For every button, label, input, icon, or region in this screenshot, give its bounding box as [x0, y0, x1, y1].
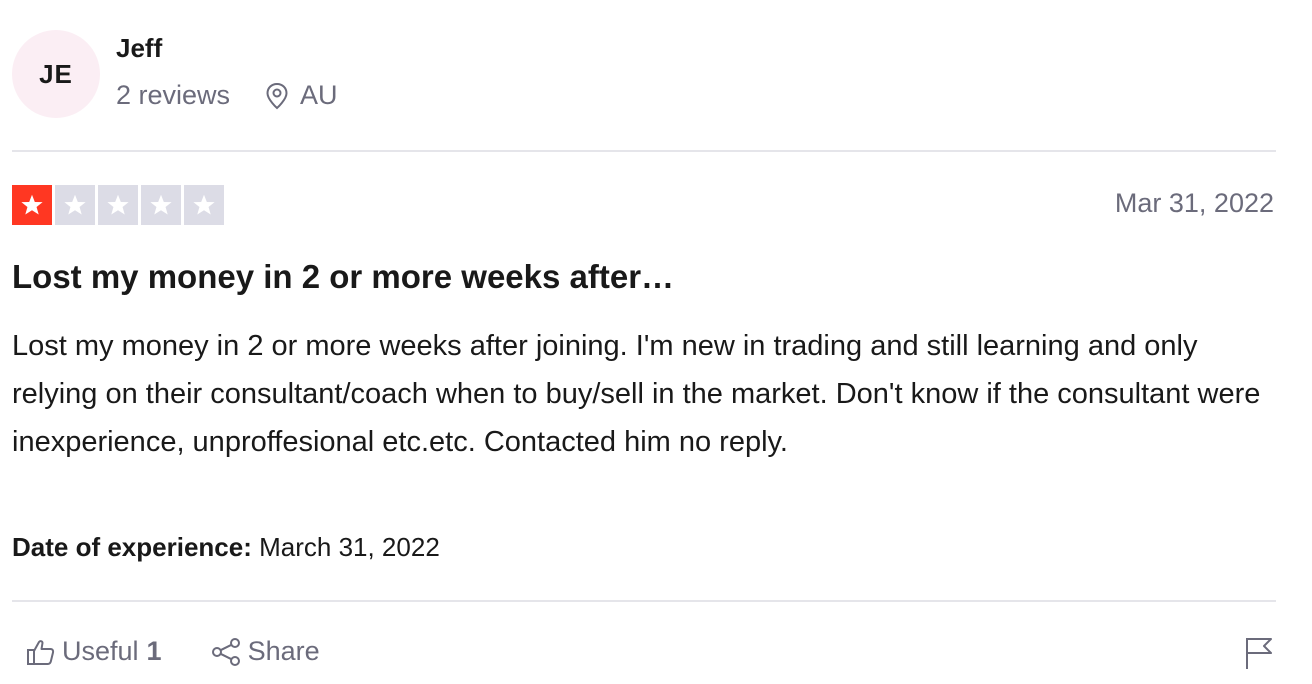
reviewer-location: AU	[264, 80, 338, 111]
divider	[12, 150, 1276, 152]
thumbs-up-icon	[27, 639, 55, 665]
review-date: Mar 31, 2022	[1114, 188, 1274, 218]
star-rating	[12, 185, 227, 225]
reviewer-name[interactable]: Jeff	[116, 33, 162, 64]
useful-label: Useful	[62, 636, 139, 666]
divider	[12, 600, 1276, 602]
star-icon	[98, 185, 138, 225]
flag-icon	[1246, 638, 1272, 669]
share-label: Share	[247, 636, 320, 666]
star-icon	[12, 185, 52, 225]
location-pin-icon	[266, 82, 288, 109]
report-flag-button[interactable]	[1244, 636, 1274, 675]
star-icon	[184, 185, 224, 225]
star-icon	[55, 185, 95, 225]
useful-count: 1	[146, 636, 162, 666]
reviewer-meta: 2 reviews AU	[116, 80, 338, 111]
avatar-initials: JE	[39, 58, 73, 89]
star-icon	[141, 185, 181, 225]
review-actions: Useful 1 Share	[26, 636, 320, 667]
review-title[interactable]: Lost my money in 2 or more weeks after…	[12, 258, 674, 296]
experience-date: March 31, 2022	[259, 532, 440, 562]
review-body: Lost my money in 2 or more weeks after j…	[12, 330, 1261, 458]
share-button[interactable]: Share	[210, 636, 320, 667]
reviews-count: 2 reviews	[116, 80, 231, 110]
experience-label: Date of experience:	[12, 532, 252, 562]
country-label: AU	[300, 80, 338, 110]
date-of-experience: Date of experience: March 31, 2022	[12, 532, 440, 563]
useful-button[interactable]: Useful 1	[26, 636, 162, 667]
review-card: JE Jeff 2 reviews AU Mar 31, 2022 Lost m…	[12, 0, 1276, 684]
avatar[interactable]: JE	[12, 30, 100, 118]
share-icon	[211, 637, 240, 666]
